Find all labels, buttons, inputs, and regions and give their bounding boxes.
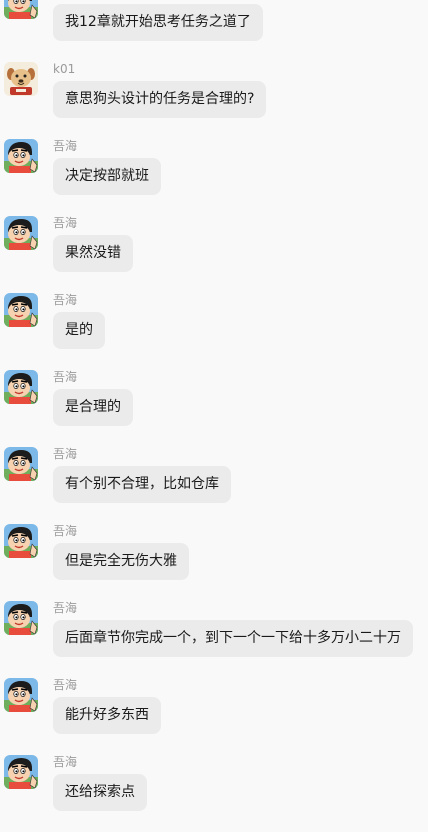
message-bubble[interactable]: 能升好多东西 xyxy=(53,697,161,734)
message-bubble[interactable]: 意思狗头设计的任务是合理的? xyxy=(53,81,267,118)
message-bubble[interactable]: 我12章就开始思考任务之道了 xyxy=(53,4,263,41)
message-bubble[interactable]: 是的 xyxy=(53,312,105,349)
message-bubble[interactable]: 是合理的 xyxy=(53,389,133,426)
sender-name[interactable]: 吾海 xyxy=(53,601,77,615)
message-bubble[interactable]: 果然没错 xyxy=(53,235,133,272)
cartoon-boy-avatar[interactable] xyxy=(4,139,38,173)
sender-name[interactable]: 吾海 xyxy=(53,678,77,692)
sender-name[interactable]: 吾海 xyxy=(53,139,77,153)
cartoon-boy-avatar[interactable] xyxy=(4,0,38,19)
sender-name[interactable]: 吾海 xyxy=(53,524,77,538)
message-item: k01 意思狗头设计的任务是合理的? xyxy=(0,62,428,139)
cartoon-boy-avatar[interactable] xyxy=(4,601,38,635)
message-item: 吾海有个别不合理，比如仓库 xyxy=(0,447,428,524)
cartoon-boy-avatar[interactable] xyxy=(4,293,38,327)
message-item: 吾海后面章节你完成一个，到下一个一下给十多万小二十万 xyxy=(0,601,428,678)
cartoon-boy-avatar[interactable] xyxy=(4,678,38,712)
message-item: 吾海我12章就开始思考任务之道了 xyxy=(0,0,428,62)
sender-name[interactable]: 吾海 xyxy=(53,447,77,461)
message-item: 吾海 能升好多东西 xyxy=(0,678,428,755)
sender-name[interactable]: 吾海 xyxy=(53,370,77,384)
sender-name[interactable]: k01 xyxy=(53,62,75,76)
message-item: 吾海 是合理的 xyxy=(0,370,428,447)
cartoon-boy-avatar[interactable] xyxy=(4,524,38,558)
message-bubble[interactable]: 还给探索点 xyxy=(53,774,147,811)
message-bubble[interactable]: 决定按部就班 xyxy=(53,158,161,195)
message-bubble[interactable]: 但是完全无伤大雅 xyxy=(53,543,189,580)
cartoon-boy-avatar[interactable] xyxy=(4,370,38,404)
message-bubble[interactable]: 后面章节你完成一个，到下一个一下给十多万小二十万 xyxy=(53,620,413,657)
cartoon-boy-avatar[interactable] xyxy=(4,216,38,250)
sender-name[interactable]: 吾海 xyxy=(53,293,77,307)
message-item: 吾海 果然没错 xyxy=(0,216,428,293)
cartoon-boy-avatar[interactable] xyxy=(4,755,38,789)
message-item: 吾海但是完全无伤大雅 xyxy=(0,524,428,601)
message-bubble[interactable]: 有个别不合理，比如仓库 xyxy=(53,466,231,503)
message-item: 吾海 还给探索点 xyxy=(0,755,428,832)
sender-name[interactable]: 吾海 xyxy=(53,216,77,230)
message-item: 吾海 决定按部就班 xyxy=(0,139,428,216)
message-item: 吾海 是的 xyxy=(0,293,428,370)
cartoon-boy-avatar[interactable] xyxy=(4,447,38,481)
sender-name[interactable]: 吾海 xyxy=(53,755,77,769)
dog-head-avatar[interactable] xyxy=(4,62,38,96)
